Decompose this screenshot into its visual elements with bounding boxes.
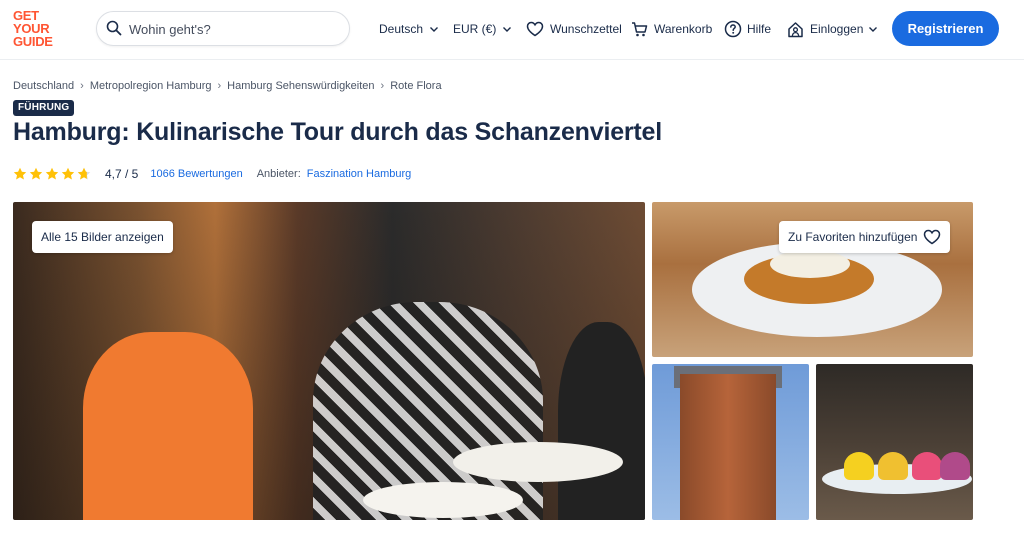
reviews-link[interactable]: 1066 Bewertungen (150, 168, 242, 180)
show-all-photos-button[interactable]: Alle 15 Bilder anzeigen (32, 221, 173, 253)
help-link[interactable]: Hilfe (724, 19, 771, 39)
star-full-icon (29, 167, 43, 180)
photo-shape (363, 482, 523, 518)
rating-score: 4,7 / 5 (105, 167, 139, 181)
photo-shape (878, 452, 908, 480)
wishlist-label: Wunschzettel (550, 22, 622, 36)
help-label: Hilfe (747, 22, 772, 36)
star-full-icon (61, 167, 75, 180)
cart-icon (632, 21, 648, 36)
chevron-down-icon (869, 27, 878, 32)
star-partial-icon (77, 167, 91, 180)
breadcrumb-separator: › (380, 80, 385, 92)
photo-shape (558, 322, 645, 520)
photo-shape (453, 442, 623, 482)
rating-row: 4,7 / 5 1066 Bewertungen Anbieter: Faszi… (13, 165, 411, 183)
breadcrumb-item-sights[interactable]: Hamburg Sehenswürdigkeiten (227, 80, 374, 92)
breadcrumb-separator: › (217, 80, 222, 92)
site-header: GET YOUR GUIDE Deutsch EUR (€) Wunschzet… (0, 0, 1024, 60)
star-rating (13, 167, 91, 181)
photo-shape (83, 332, 253, 520)
language-selector[interactable]: Deutsch (379, 19, 440, 39)
breadcrumb-item-location[interactable]: Rote Flora (390, 80, 441, 92)
currency-selector[interactable]: EUR (€) (453, 19, 513, 39)
add-to-favorites-button[interactable]: Zu Favoriten hinzufügen (779, 221, 951, 253)
provider-label: Anbieter: (256, 168, 301, 180)
breadcrumb-separator: › (80, 80, 84, 92)
breadcrumb-item-country[interactable]: Deutschland (13, 80, 74, 92)
language-label: Deutsch (379, 22, 424, 36)
help-icon (724, 20, 742, 38)
wishlist-link[interactable]: Wunschzettel (526, 19, 622, 39)
provider-link[interactable]: Faszination Hamburg (307, 168, 412, 180)
gallery-photo-tower[interactable] (652, 364, 809, 520)
chevron-down-icon (430, 27, 439, 32)
gallery-photo-cupcakes[interactable] (816, 364, 973, 520)
cart-link[interactable]: Warenkorb (631, 19, 712, 39)
photo-shape (770, 250, 850, 278)
show-all-photos-label: Alle 15 Bilder anzeigen (41, 230, 164, 244)
star-full-icon (45, 167, 59, 180)
login-menu[interactable]: Einloggen (787, 19, 879, 39)
activity-type-badge: FÜHRUNG (13, 100, 75, 116)
cart-label: Warenkorb (654, 22, 713, 36)
register-button[interactable]: Registrieren (892, 11, 999, 46)
breadcrumb-item-region[interactable]: Metropolregion Hamburg (90, 80, 212, 92)
currency-label: EUR (€) (453, 22, 497, 36)
photo-shape (680, 374, 776, 520)
logo-line-3: GUIDE (13, 34, 53, 49)
page-title: Hamburg: Kulinarische Tour durch das Sch… (13, 118, 662, 146)
photo-shape (844, 452, 874, 480)
photo-shape (940, 452, 970, 480)
getyourguide-logo[interactable]: GET YOUR GUIDE (13, 9, 59, 48)
chevron-down-icon (503, 27, 512, 32)
search-bar[interactable] (96, 11, 350, 46)
search-input[interactable] (129, 20, 339, 38)
photo-shape (912, 452, 942, 480)
heart-icon (924, 229, 941, 245)
search-icon (106, 20, 122, 36)
add-to-favorites-label: Zu Favoriten hinzufügen (788, 230, 918, 244)
breadcrumb: Deutschland › Metropolregion Hamburg › H… (13, 80, 442, 92)
star-full-icon (13, 167, 27, 180)
heart-icon (526, 21, 544, 37)
user-house-icon (788, 21, 803, 37)
login-label: Einloggen (810, 22, 864, 36)
